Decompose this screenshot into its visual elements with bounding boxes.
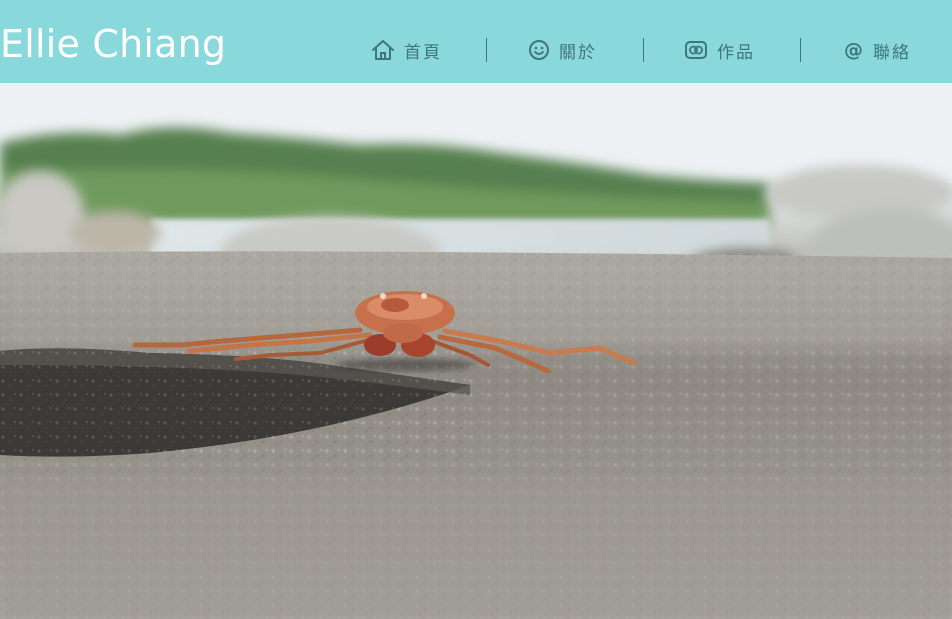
- site-header: Ellie Chiang 首頁 關於 作品 @ 聯絡: [0, 0, 952, 83]
- main-nav: 首頁 關於 作品 @ 聯絡: [330, 0, 952, 83]
- nav-item-contact[interactable]: @ 聯絡: [844, 36, 911, 64]
- nav-divider: [486, 38, 487, 62]
- crab-photo: [0, 83, 952, 619]
- home-icon: [371, 39, 395, 61]
- nav-divider: [800, 38, 801, 62]
- hero-image: [0, 83, 952, 619]
- site-brand[interactable]: Ellie Chiang: [0, 20, 226, 68]
- svg-text:@: @: [844, 39, 864, 61]
- nav-item-home[interactable]: 首頁: [371, 36, 442, 64]
- at-sign-icon: @: [844, 39, 864, 61]
- nav-label-contact: 聯絡: [873, 42, 911, 63]
- nav-divider: [643, 38, 644, 62]
- nav-item-works[interactable]: 作品: [684, 36, 755, 64]
- smiley-icon: [528, 39, 550, 61]
- nav-item-about[interactable]: 關於: [528, 36, 597, 64]
- camera-icon: [684, 39, 708, 61]
- nav-label-about: 關於: [559, 42, 597, 63]
- nav-label-works: 作品: [717, 42, 755, 63]
- nav-label-home: 首頁: [404, 42, 442, 63]
